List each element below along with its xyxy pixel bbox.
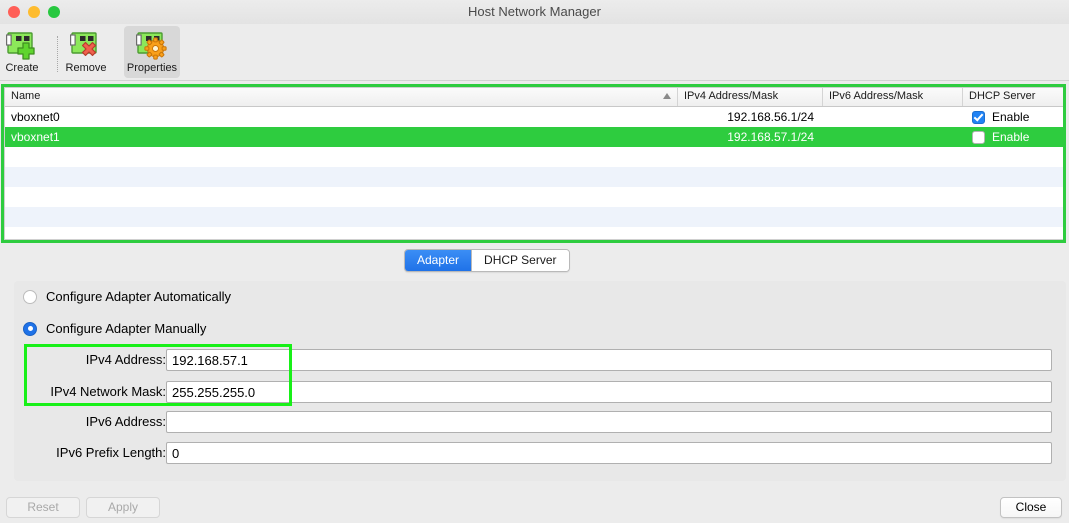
create-button[interactable]: Create — [0, 26, 48, 78]
properties-button[interactable]: Properties — [124, 26, 180, 78]
configure-automatically-radio-row[interactable]: Configure Adapter Automatically — [23, 289, 231, 304]
ipv4-network-mask-label: IPv4 Network Mask: — [50, 384, 166, 399]
ipv6-address-label: IPv6 Address: — [85, 414, 166, 429]
create-button-label: Create — [5, 62, 39, 74]
configure-manually-radio[interactable] — [23, 321, 37, 336]
ipv4-address-label: IPv4 Address: — [85, 352, 166, 367]
ipv6-prefix-length-field-row: IPv6 Prefix Length: — [14, 442, 1052, 464]
settings-tabs: Adapter DHCP Server — [404, 249, 570, 272]
apply-button[interactable]: Apply — [86, 497, 160, 518]
tab-adapter[interactable]: Adapter — [405, 250, 472, 271]
window-title: Host Network Manager — [468, 4, 601, 19]
network-card-remove-icon — [69, 29, 103, 61]
adapter-settings-panel: Configure Adapter Automatically Configur… — [14, 281, 1066, 481]
network-card-gear-icon — [135, 29, 169, 61]
ipv4-address-input[interactable] — [166, 349, 1052, 371]
configure-automatically-label: Configure Adapter Automatically — [46, 289, 231, 304]
configure-manually-radio-row[interactable]: Configure Adapter Manually — [23, 321, 206, 336]
tab-dhcp-server[interactable]: DHCP Server — [471, 250, 569, 271]
remove-button[interactable]: Remove — [60, 26, 112, 78]
properties-button-label: Properties — [126, 62, 178, 74]
reset-button[interactable]: Reset — [6, 497, 80, 518]
configure-manually-label: Configure Adapter Manually — [46, 321, 207, 336]
title-bar: Host Network Manager — [0, 0, 1069, 25]
toolbar-separator — [57, 36, 58, 72]
network-card-add-icon — [5, 29, 39, 61]
ipv6-prefix-length-input[interactable] — [166, 442, 1052, 464]
toolbar: Create Remove Properties — [0, 24, 1069, 81]
ipv4-address-field-row: IPv4 Address: — [14, 349, 1052, 371]
remove-button-label: Remove — [65, 62, 107, 74]
ipv4-network-mask-field-row: IPv4 Network Mask: — [14, 381, 1052, 403]
annotation-highlight-table — [1, 84, 1066, 243]
ipv6-address-input[interactable] — [166, 411, 1052, 433]
footer-bar: Reset Apply Close — [0, 489, 1069, 523]
ipv6-prefix-length-label: IPv6 Prefix Length: — [56, 445, 166, 460]
ipv4-network-mask-input[interactable] — [166, 381, 1052, 403]
close-button[interactable]: Close — [1000, 497, 1062, 518]
host-network-manager-window: Host Network Manager Create Remove Prope… — [0, 0, 1069, 523]
ipv6-address-field-row: IPv6 Address: — [14, 411, 1052, 433]
configure-automatically-radio[interactable] — [23, 289, 37, 304]
